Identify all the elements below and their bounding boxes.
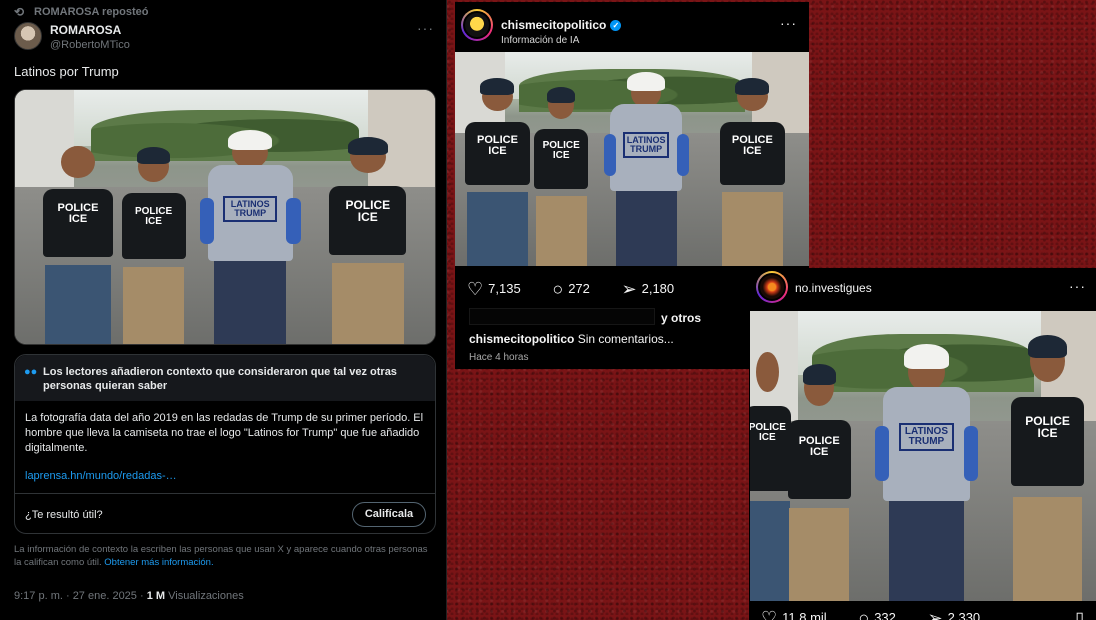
vest-text: ICE xyxy=(1037,426,1058,441)
instagram-post-2: no.investigues ··· POLICE ICE POLICE ICE L… xyxy=(749,268,1096,620)
community-note-link[interactable]: laprensa.hn/mundo/redadas-… xyxy=(25,470,177,482)
shares-count: 2,330 xyxy=(947,610,981,620)
people-icon: ●● xyxy=(24,366,38,378)
post-image[interactable]: POLICE ICE POLICE ICE LATINOS TRUMP POLICE I… xyxy=(750,311,1096,601)
username[interactable]: no.investigues xyxy=(795,281,872,295)
post-image[interactable]: POLICE ICE POLICE ICE LATINOS TRUMP POLICE I… xyxy=(14,89,436,345)
share-button[interactable]: ➢ 2,180 xyxy=(621,279,689,299)
community-note-body: La fotografía data del año 2019 en las r… xyxy=(25,412,424,454)
comment-button[interactable]: ○ 332 xyxy=(858,608,910,620)
vest-text: ICE xyxy=(743,144,762,157)
author-handle[interactable]: @RobertoMTico xyxy=(50,39,130,51)
repost-indicator[interactable]: ⟲ ROMAROSA reposteó xyxy=(14,5,149,19)
comment-icon: ○ xyxy=(552,279,564,299)
vest-text: ICE xyxy=(810,445,829,458)
views-count: 1 M xyxy=(146,590,166,602)
more-options-icon[interactable]: ··· xyxy=(1069,278,1086,294)
others-label[interactable]: y otros xyxy=(661,311,701,325)
repost-label: ROMAROSA reposteó xyxy=(34,6,149,18)
likes-count: 11,8 mil xyxy=(782,610,827,620)
learn-more-link[interactable]: Obtener más información. xyxy=(104,557,213,568)
send-icon: ➢ xyxy=(621,279,637,299)
avatar[interactable] xyxy=(14,22,42,50)
community-note: ●● Los lectores añadieron contexto que c… xyxy=(14,354,436,534)
shirt-text: TRUMP xyxy=(630,143,663,154)
views-label: Visualizaciones xyxy=(168,590,244,602)
post-time: Hace 4 horas xyxy=(469,352,529,363)
community-note-header: ●● Los lectores añadieron contexto que c… xyxy=(15,355,435,401)
send-icon: ➢ xyxy=(927,608,943,620)
shirt-text: TRUMP xyxy=(234,207,267,218)
action-bar: ♡ 11,8 mil ○ 332 ➢ 2,330 xyxy=(761,608,1008,620)
caption: chismecitopolitico Sin comentarios... xyxy=(469,332,674,346)
username[interactable]: chismecitopolitico ✓ xyxy=(501,18,622,32)
verified-badge-icon: ✓ xyxy=(610,20,622,31)
vest-text: ICE xyxy=(357,210,378,225)
caption-text: Sin comentarios... xyxy=(577,332,674,346)
vest-text: ICE xyxy=(758,432,776,444)
avatar[interactable] xyxy=(461,9,493,41)
author-name[interactable]: ROMAROSA xyxy=(50,23,121,37)
divider xyxy=(15,493,435,494)
rate-button[interactable]: Califícala xyxy=(352,502,426,527)
avatar[interactable] xyxy=(756,271,788,303)
repost-icon: ⟲ xyxy=(14,5,25,19)
vest-text: ICE xyxy=(68,212,88,225)
context-footnote: La información de contexto la escriben l… xyxy=(14,544,428,568)
comments-count: 332 xyxy=(874,610,896,620)
bookmark-icon[interactable]: ▯ xyxy=(1075,608,1084,620)
x-post-card: ⟲ ROMAROSA reposteó ROMAROSA @RobertoMTi… xyxy=(0,0,447,620)
comments-count: 272 xyxy=(568,281,590,296)
vest-text: ICE xyxy=(145,215,162,227)
timestamp[interactable]: 9:17 p. m. · 27 ene. 2025 · xyxy=(14,590,144,602)
more-options-icon[interactable]: ··· xyxy=(417,20,434,36)
comment-button[interactable]: ○ 272 xyxy=(552,279,604,299)
likes-count: 7,135 xyxy=(488,281,521,296)
vest-text: ICE xyxy=(488,144,507,157)
helpful-question: ¿Te resultó útil? xyxy=(25,509,103,521)
like-button[interactable]: ♡ 11,8 mil xyxy=(761,608,841,620)
post-metadata: 9:17 p. m. · 27 ene. 2025 · 1 M Visualiz… xyxy=(14,590,244,602)
action-bar: ♡ 7,135 ○ 272 ➢ 2,180 xyxy=(467,279,702,300)
redacted-liked-by xyxy=(469,308,655,325)
shirt-text: TRUMP xyxy=(908,436,945,448)
caption-username[interactable]: chismecitopolitico xyxy=(469,332,574,346)
more-options-icon[interactable]: ··· xyxy=(780,15,797,31)
heart-icon: ♡ xyxy=(761,608,778,620)
share-button[interactable]: ➢ 2,330 xyxy=(927,608,995,620)
like-button[interactable]: ♡ 7,135 xyxy=(467,279,535,299)
shares-count: 2,180 xyxy=(641,281,675,296)
comment-icon: ○ xyxy=(858,608,870,620)
vest-text: ICE xyxy=(552,150,570,162)
ai-info-label[interactable]: Información de IA xyxy=(501,35,579,46)
post-text: Latinos por Trump xyxy=(14,64,119,79)
heart-icon: ♡ xyxy=(467,279,484,299)
post-image[interactable]: POLICE ICE POLICE ICE LATINOS TRUMP POLICE I… xyxy=(455,52,809,266)
